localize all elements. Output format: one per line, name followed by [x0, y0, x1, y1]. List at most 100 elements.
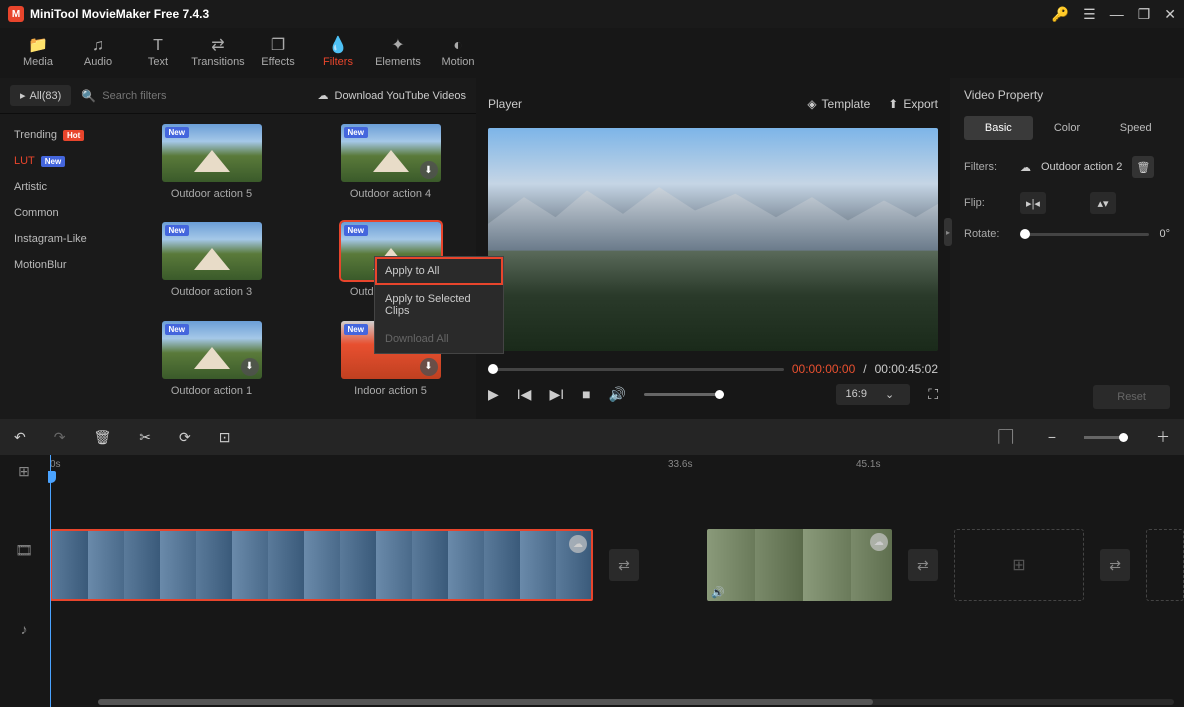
prop-tab-speed[interactable]: Speed [1101, 116, 1170, 140]
tool-motion[interactable]: ◐Motion [428, 28, 488, 78]
tool-transitions[interactable]: ⇄Transitions [188, 28, 248, 78]
text-icon: T [153, 38, 163, 54]
clip-placeholder[interactable]: ⊞ [954, 529, 1084, 601]
media-icon: 📁 [28, 38, 48, 54]
filter-label: Outdoor action 5 [171, 188, 252, 200]
menu-icon[interactable]: ☰ [1083, 6, 1096, 23]
prev-frame-button[interactable]: I◀ [517, 386, 532, 403]
timeline-ruler[interactable]: 0s 33.6s 45.1s [48, 455, 1184, 479]
tool-audio[interactable]: ♫Audio [68, 28, 128, 78]
filter-item[interactable]: New⬇Outdoor action 1 [132, 321, 291, 409]
rotate-slider[interactable] [1020, 233, 1149, 236]
rotate-label: Rotate: [964, 228, 1010, 240]
close-button[interactable]: ✕ [1164, 6, 1176, 23]
prop-tab-color[interactable]: Color [1033, 116, 1102, 140]
zoom-out-button[interactable]: − [1048, 429, 1056, 445]
video-clip-2[interactable]: ☁ 🔊 [707, 529, 892, 601]
clip-volume-icon: 🔊 [711, 586, 725, 599]
titlebar: M MiniTool MovieMaker Free 7.4.3 🔑 ☰ — ❐… [0, 0, 1184, 28]
category-motionblur[interactable]: MotionBlur [0, 252, 126, 278]
prop-tab-basic[interactable]: Basic [964, 116, 1033, 140]
key-icon[interactable]: 🔑 [1052, 6, 1069, 23]
stop-button[interactable]: ■ [582, 386, 590, 402]
category-common[interactable]: Common [0, 200, 126, 226]
category-lut[interactable]: LUT New [0, 148, 126, 174]
player-panel: Player ◈Template ⬆Export 00:00:00:00 / 0… [476, 78, 950, 419]
filters-panel: ▸ All(83) 🔍 ☁ Download YouTube Videos Tr… [0, 78, 476, 419]
filter-thumbnail[interactable]: New [162, 222, 262, 280]
tool-elements[interactable]: ✦Elements [368, 28, 428, 78]
playhead[interactable] [50, 455, 51, 707]
zoom-slider[interactable] [1084, 436, 1128, 439]
seek-slider[interactable] [488, 368, 784, 371]
download-icon[interactable]: ⬇ [420, 358, 438, 376]
crop-button[interactable]: ⊡ [219, 429, 231, 446]
context-menu-item[interactable]: Apply to Selected Clips [375, 285, 503, 325]
reset-button[interactable]: Reset [1093, 385, 1170, 409]
filter-item[interactable]: New⬇Outdoor action 4 [311, 124, 470, 212]
maximize-button[interactable]: ❐ [1138, 6, 1151, 23]
video-clip-1[interactable]: ☁ [50, 529, 593, 601]
filter-thumbnail[interactable]: New ⬇ [341, 124, 441, 182]
fullscreen-button[interactable]: ⛶ [928, 386, 938, 403]
download-icon[interactable]: ⬇ [420, 161, 438, 179]
template-icon: ◈ [807, 97, 816, 111]
new-badge: New [344, 127, 368, 138]
category-artistic[interactable]: Artistic [0, 174, 126, 200]
volume-icon[interactable]: 🔊 [609, 386, 626, 403]
context-menu: Apply to AllApply to Selected ClipsDownl… [374, 256, 504, 354]
audio-track-icon: ♪ [21, 621, 28, 637]
filter-thumbnail[interactable]: New [162, 124, 262, 182]
time-sep: / [863, 362, 866, 376]
audio-icon: ♫ [92, 38, 104, 54]
redo-button[interactable]: ↷ [54, 429, 66, 446]
add-track-icon[interactable]: ⊞ [18, 463, 30, 480]
filter-all-chip[interactable]: ▸ All(83) [10, 85, 71, 106]
download-youtube-link[interactable]: ☁ Download YouTube Videos [318, 89, 467, 102]
template-button[interactable]: ◈Template [807, 97, 870, 111]
zoom-in-button[interactable]: ＋ [1156, 427, 1170, 447]
new-badge: New [344, 324, 368, 335]
play-button[interactable]: ▶ [488, 386, 499, 403]
filter-thumbnail[interactable]: New⬇ [162, 321, 262, 379]
tool-media[interactable]: 📁Media [8, 28, 68, 78]
transition-slot-2[interactable]: ⇄ [908, 549, 938, 581]
aspect-ratio-select[interactable]: 16:9⌄ [836, 384, 911, 405]
volume-slider[interactable] [644, 393, 724, 396]
transition-slot-3[interactable]: ⇄ [1100, 549, 1130, 581]
filter-item[interactable]: New Outdoor action 5 [132, 124, 291, 212]
split-button[interactable]: ✂ [139, 429, 151, 446]
delete-filter-button[interactable]: 🗑 [1132, 156, 1154, 178]
flip-horizontal-button[interactable]: ▸|◂ [1020, 192, 1046, 214]
flip-label: Flip: [964, 197, 1010, 209]
flip-vertical-button[interactable]: ▴▾ [1090, 192, 1116, 214]
video-track[interactable]: ☁ ⇄ ☁ 🔊 ⇄ ⊞ ⇄ [48, 527, 1184, 603]
tool-text[interactable]: TText [128, 28, 188, 78]
delete-button[interactable]: 🗑 [93, 429, 111, 446]
snap-button[interactable]: ⎾⏋ [992, 427, 1020, 447]
cloud-icon: ☁ [318, 89, 329, 102]
minimize-button[interactable]: — [1110, 6, 1124, 22]
speed-button[interactable]: ⟳ [179, 429, 191, 446]
panel-collapse-handle[interactable]: ▸ [944, 218, 952, 246]
rotate-value: 0° [1159, 228, 1170, 240]
clip-placeholder[interactable] [1146, 529, 1184, 601]
category-trending[interactable]: Trending Hot [0, 122, 126, 148]
category-instagram-like[interactable]: Instagram-Like [0, 226, 126, 252]
context-menu-item[interactable]: Apply to All [375, 257, 503, 285]
applied-filter-name: Outdoor action 2 [1041, 161, 1122, 173]
tool-effects[interactable]: ❐Effects [248, 28, 308, 78]
time-current: 00:00:00:00 [792, 362, 855, 376]
transition-slot-1[interactable]: ⇄ [609, 549, 639, 581]
timeline-scrollbar[interactable] [98, 699, 1174, 705]
export-button[interactable]: ⬆Export [888, 97, 938, 111]
preview-viewport[interactable] [488, 128, 938, 351]
search-input[interactable]: 🔍 [81, 89, 307, 103]
export-icon: ⬆ [888, 97, 898, 111]
context-menu-item: Download All [375, 325, 503, 353]
filter-item[interactable]: NewOutdoor action 3 [132, 222, 291, 310]
tool-filters[interactable]: 💧Filters [308, 28, 368, 78]
download-icon[interactable]: ⬇ [241, 358, 259, 376]
undo-button[interactable]: ↶ [14, 429, 26, 446]
next-frame-button[interactable]: ▶I [549, 386, 564, 403]
